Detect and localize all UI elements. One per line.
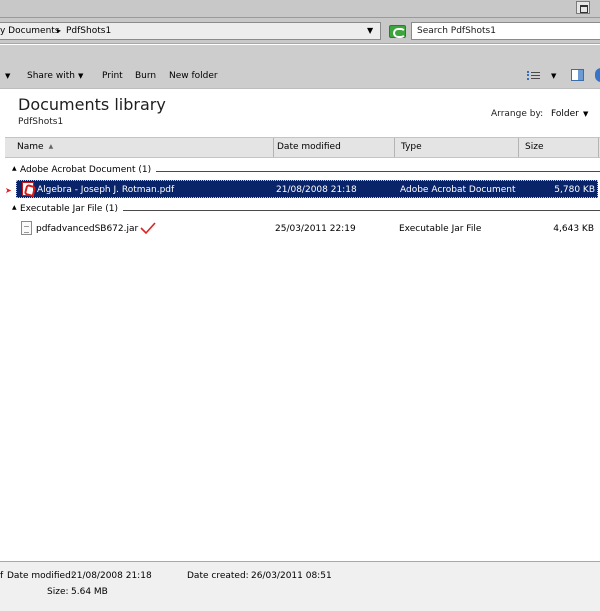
file-name: pdfadvancedSB672.jar [36,224,139,234]
file-type: Adobe Acrobat Document [400,185,516,195]
file-date-modified: 21/08/2008 21:18 [276,185,357,195]
column-header-type[interactable]: Type [395,138,519,157]
change-view-icon[interactable] [527,70,540,81]
breadcrumb-pdfshots1[interactable]: PdfShots1 [66,26,111,36]
breadcrumb-separator-icon[interactable]: ▸ [57,26,61,35]
column-type-label: Type [401,142,422,152]
help-icon[interactable] [595,68,600,82]
address-bar[interactable]: y Documents ▸ PdfShots1 ▼ [0,22,381,40]
details-date-created-label: Date created: [187,571,249,581]
column-header-size[interactable]: Size [519,138,599,157]
search-placeholder: Search PdfShots1 [417,26,496,36]
burn-button[interactable]: Burn [135,71,156,81]
details-pane: f Date modified: 21/08/2008 21:18 Date c… [0,561,600,611]
details-date-created-value: 26/03/2011 08:51 [251,571,332,581]
file-name: Algebra - Joseph J. Rotman.pdf [37,185,175,195]
preview-pane-icon[interactable] [571,69,584,81]
group-header-adobe[interactable]: ▲ Adobe Acrobat Document (1) [0,165,600,177]
arrange-by-select[interactable]: Folder [551,109,579,119]
column-name-label: Name [17,142,44,152]
group-label: Adobe Acrobat Document (1) [20,165,157,175]
group-header-jar[interactable]: ▲ Executable Jar File (1) [0,204,600,216]
share-with-button[interactable]: Share with [27,71,75,81]
group-collapse-icon[interactable]: ▲ [12,165,17,172]
pdf-file-icon [22,182,34,196]
window-title-bar [0,0,600,18]
search-input[interactable]: Search PdfShots1 [411,22,600,40]
arrange-by-dropdown-icon[interactable]: ▼ [583,110,588,118]
arrange-by-label: Arrange by: [491,109,544,119]
annotation-mark-icon: ➤ [5,186,12,195]
share-with-dropdown-icon[interactable]: ▼ [78,72,83,80]
group-label: Executable Jar File (1) [20,204,123,214]
jar-file-icon [21,221,32,235]
checkmark-annotation-icon [140,222,156,235]
details-fragment: f [0,571,4,581]
column-size-label: Size [525,142,544,152]
file-date-modified: 25/03/2011 22:19 [275,224,356,234]
new-folder-button[interactable]: New folder [169,71,218,81]
refresh-icon[interactable] [389,25,406,38]
details-size-value: 5.64 MB [71,587,108,597]
details-size-label: Size: [47,587,69,597]
library-subtitle[interactable]: PdfShots1 [18,117,63,127]
column-header-row: Name ▲ Date modified Type Size [5,137,600,158]
details-date-modified-label: Date modified: [7,571,74,581]
address-row: y Documents ▸ PdfShots1 ▼ Search PdfShot… [0,18,600,44]
details-date-modified-value: 21/08/2008 21:18 [71,571,152,581]
sort-ascending-icon: ▲ [48,143,54,150]
column-header-date-modified[interactable]: Date modified [271,138,395,157]
breadcrumb-documents[interactable]: y Documents [0,26,60,36]
file-type: Executable Jar File [399,224,482,234]
command-toolbar: ▼ Share with ▼ Print Burn New folder ▼ [0,45,600,89]
file-size: 4,643 KB [553,224,594,234]
organize-dropdown-icon[interactable]: ▼ [5,72,10,80]
column-date-label: Date modified [277,142,341,152]
file-size: 5,780 KB [554,185,595,195]
print-button[interactable]: Print [102,71,123,81]
view-dropdown-icon[interactable]: ▼ [551,72,556,80]
file-row[interactable]: Algebra - Joseph J. Rotman.pdf 21/08/200… [16,180,598,198]
library-title: Documents library [18,95,166,114]
group-collapse-icon[interactable]: ▲ [12,204,17,211]
address-dropdown-icon[interactable]: ▼ [367,26,373,35]
column-header-name[interactable]: Name ▲ [11,138,274,157]
file-row[interactable]: pdfadvancedSB672.jar 25/03/2011 22:19 Ex… [16,220,598,238]
maximize-button[interactable] [576,1,590,14]
